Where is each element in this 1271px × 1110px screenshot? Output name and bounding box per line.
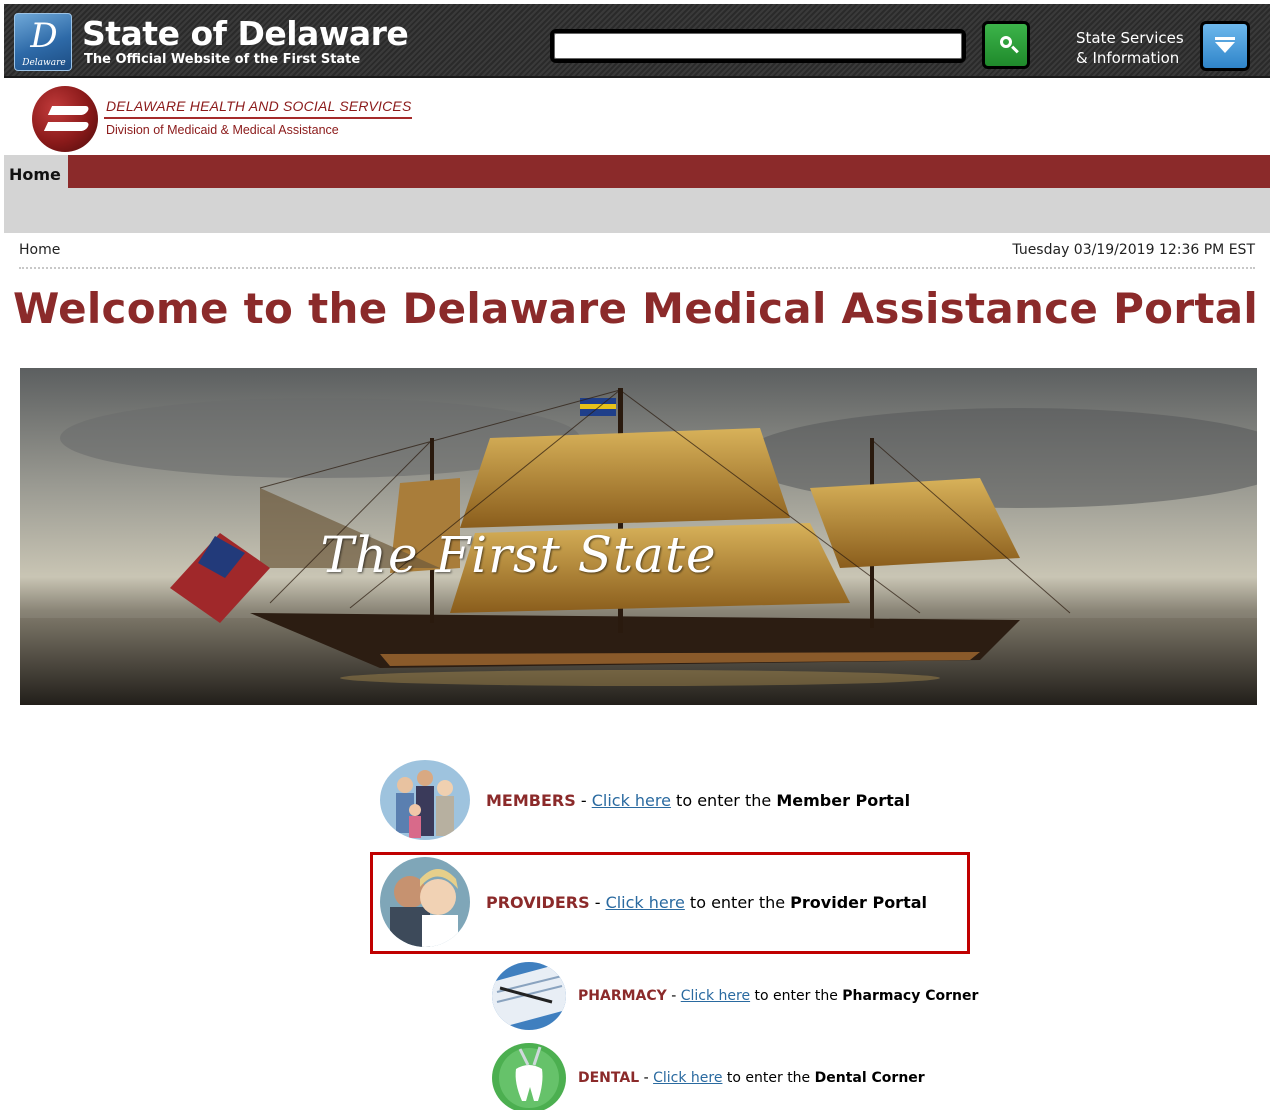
providers-category: PROVIDERS: [486, 892, 590, 912]
agency-name: DELAWARE HEALTH AND SOCIAL SERVICES: [106, 98, 412, 114]
members-link[interactable]: Click here: [592, 791, 671, 810]
dental-link[interactable]: Click here: [653, 1070, 722, 1086]
pharmacy-text: PHARMACY - Click here to enter the Pharm…: [578, 988, 978, 1004]
delaware-logo[interactable]: D Delaware: [14, 13, 72, 71]
breadcrumb: Home: [19, 242, 61, 258]
current-datetime: Tuesday 03/19/2019 12:36 PM EST: [1012, 242, 1255, 258]
state-header-bar: D Delaware State of Delaware The Officia…: [4, 4, 1270, 78]
members-text: MEMBERS - Click here to enter the Member…: [486, 791, 910, 810]
agency-divider: [104, 117, 412, 119]
agency-division: Division of Medicaid & Medical Assistanc…: [106, 123, 339, 137]
providers-link[interactable]: Click here: [606, 893, 685, 912]
state-title[interactable]: State of Delaware: [82, 14, 409, 53]
nav-tab-home[interactable]: Home: [4, 155, 68, 188]
dotted-divider: [19, 267, 1255, 269]
pharmacy-destination: Pharmacy Corner: [842, 988, 979, 1004]
dental-separator: -: [639, 1070, 654, 1086]
dental-row: DENTAL - Click here to enter the Dental …: [492, 1043, 925, 1110]
services-line-1: State Services: [1076, 29, 1184, 47]
providers-row: PROVIDERS - Click here to enter the Prov…: [380, 857, 927, 947]
pharmacy-row: PHARMACY - Click here to enter the Pharm…: [492, 962, 978, 1030]
dental-category: DENTAL: [578, 1070, 640, 1086]
members-row: MEMBERS - Click here to enter the Member…: [380, 760, 910, 840]
hero-caption: The First State: [320, 526, 717, 584]
members-destination: Member Portal: [776, 790, 911, 810]
agency-logo[interactable]: DELAWARE HEALTH AND SOCIAL SERVICES Divi…: [28, 84, 414, 154]
dental-destination: Dental Corner: [814, 1070, 925, 1086]
sub-nav-bar: [4, 188, 1270, 233]
dhss-emblem-icon: [32, 86, 98, 152]
services-line-2: & Information: [1076, 49, 1180, 67]
members-category: MEMBERS: [486, 790, 576, 810]
pharmacy-link[interactable]: Click here: [681, 988, 750, 1004]
members-mid: to enter the: [670, 790, 777, 810]
pharmacy-separator: -: [666, 988, 681, 1004]
dental-text: DENTAL - Click here to enter the Dental …: [578, 1070, 925, 1086]
providers-destination: Provider Portal: [790, 892, 927, 912]
logo-caption: Delaware: [22, 58, 66, 68]
providers-text: PROVIDERS - Click here to enter the Prov…: [486, 893, 927, 912]
state-services-button[interactable]: [1200, 21, 1250, 71]
providers-photo: [380, 857, 470, 947]
logo-glyph: D: [30, 16, 58, 56]
pharmacy-photo: [492, 962, 566, 1030]
providers-mid: to enter the: [684, 892, 791, 912]
main-nav-bar: [4, 155, 1270, 188]
dental-mid: to enter the: [722, 1070, 815, 1086]
members-photo: [380, 760, 470, 840]
hero-banner: The First State: [20, 368, 1257, 705]
search-button[interactable]: [982, 21, 1030, 69]
state-services-label[interactable]: State Services & Information: [1076, 28, 1192, 68]
members-separator: -: [575, 790, 592, 810]
providers-separator: -: [589, 892, 606, 912]
search-input[interactable]: [550, 29, 966, 63]
dental-photo: [492, 1043, 566, 1110]
page-title: Welcome to the Delaware Medical Assistan…: [12, 284, 1259, 333]
pharmacy-category: PHARMACY: [578, 988, 667, 1004]
pharmacy-mid: to enter the: [750, 988, 843, 1004]
state-subtitle: The Official Website of the First State: [84, 52, 361, 67]
